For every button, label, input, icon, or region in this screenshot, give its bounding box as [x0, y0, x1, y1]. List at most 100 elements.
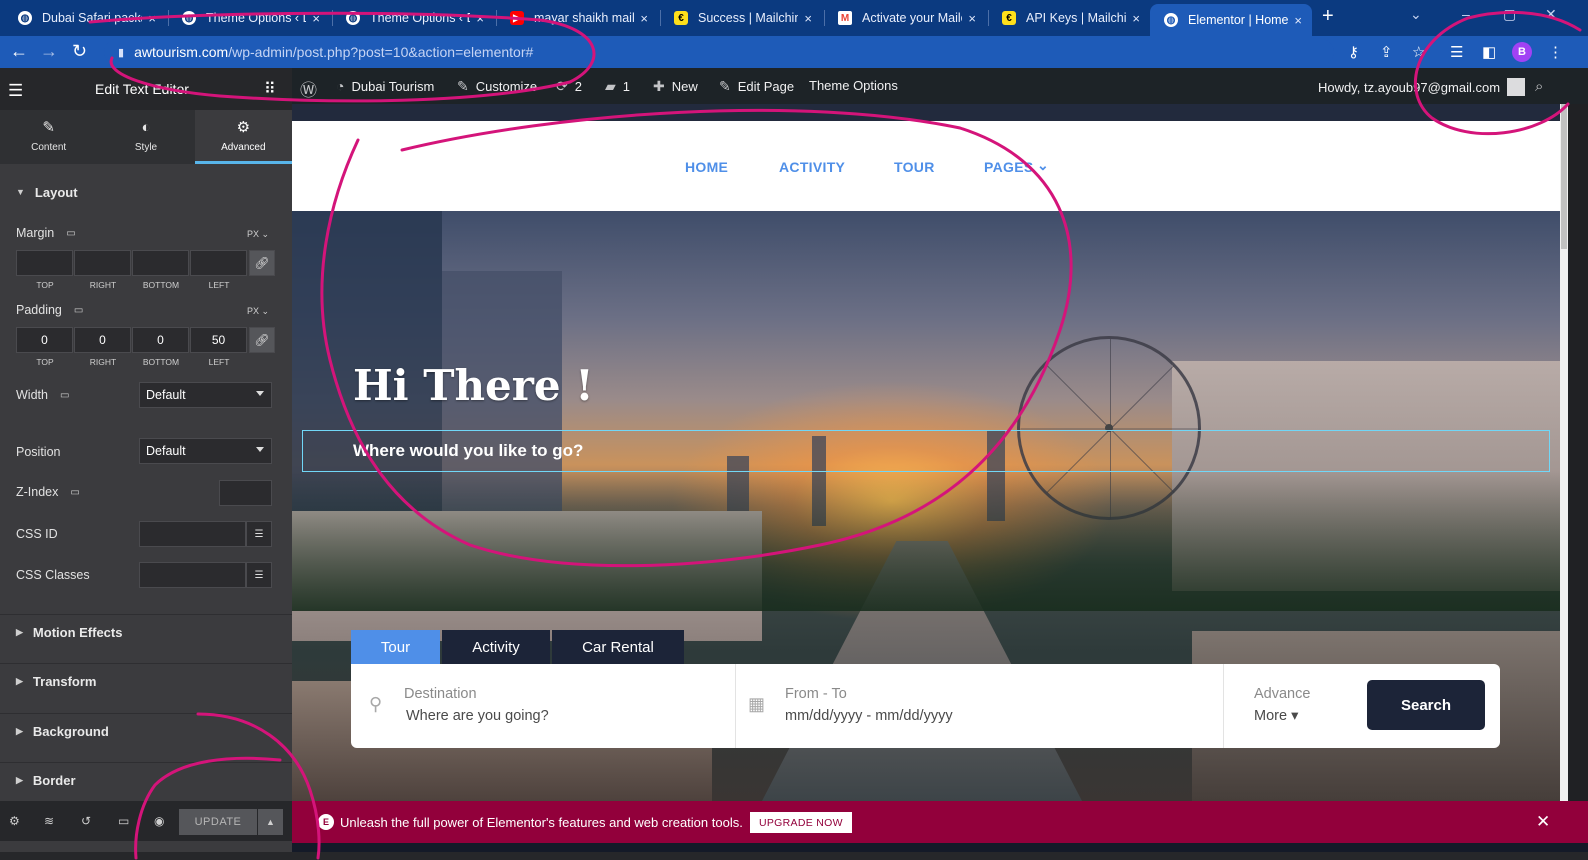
forward-icon[interactable]: →: [40, 41, 58, 62]
page-scrollbar[interactable]: [1560, 104, 1568, 801]
section-background[interactable]: ▶ Background: [0, 713, 292, 749]
section-layout[interactable]: ▼ Layout: [0, 174, 292, 210]
browser-tab-active[interactable]: ◍ Elementor | Home ×: [1150, 4, 1312, 36]
wordpress-logo-icon[interactable]: Ⓦ: [300, 76, 317, 101]
search-icon[interactable]: ⌕: [1535, 78, 1543, 95]
tab-content[interactable]: ✎ Content: [0, 110, 97, 164]
close-tab-icon[interactable]: ×: [1132, 11, 1140, 26]
hamburger-menu-icon[interactable]: ☰: [8, 81, 23, 101]
section-motion-effects[interactable]: ▶ Motion Effects: [0, 614, 292, 650]
browser-tab[interactable]: € Success | Mailchim ×: [660, 4, 822, 32]
search-tab-activity[interactable]: Activity: [442, 630, 550, 664]
desktop-icon[interactable]: ▭: [66, 228, 75, 239]
padding-left-input[interactable]: 50: [190, 327, 247, 353]
close-tab-icon[interactable]: ×: [148, 11, 156, 26]
advance-field[interactable]: Advance More ▾: [1254, 664, 1354, 748]
preview-eye-icon[interactable]: ◉: [154, 814, 164, 828]
side-panel-icon[interactable]: ◧: [1482, 43, 1496, 61]
css-classes-input[interactable]: [139, 562, 246, 588]
responsive-mode-icon[interactable]: ▭: [118, 814, 129, 828]
link-values-icon[interactable]: 🔗︎: [249, 327, 275, 353]
nav-activity[interactable]: ACTIVITY: [779, 159, 845, 175]
history-icon[interactable]: ↺: [81, 814, 91, 828]
selected-text-editor-widget[interactable]: Where would you like to go?: [302, 430, 1550, 472]
upgrade-now-button[interactable]: UPGRADE NOW: [750, 812, 852, 833]
update-button[interactable]: UPDATE: [179, 809, 257, 835]
browser-tab[interactable]: M Activate your Mailc ×: [824, 4, 986, 32]
close-tab-icon[interactable]: ×: [804, 11, 812, 26]
search-button[interactable]: Search: [1367, 680, 1485, 730]
browser-tab[interactable]: ◍ Dubai Safari packa ×: [4, 4, 166, 32]
position-select[interactable]: Default: [139, 438, 272, 464]
settings-gear-icon[interactable]: ⚙: [9, 814, 20, 828]
z-index-input[interactable]: [219, 480, 272, 506]
admin-edit-page[interactable]: ✎ Edit Page: [719, 78, 794, 95]
destination-field[interactable]: Destination Where are you going?: [404, 664, 724, 748]
css-id-input[interactable]: [139, 521, 246, 547]
desktop-icon[interactable]: ▭: [60, 390, 69, 401]
browser-tab[interactable]: ◍ Theme Options ‹ D ×: [168, 4, 330, 32]
share-icon[interactable]: ⇪: [1380, 43, 1393, 61]
date-range-input[interactable]: mm/dd/yyyy - mm/dd/yyyy: [785, 708, 953, 724]
dynamic-tags-icon[interactable]: ☰: [246, 521, 272, 547]
tab-search-icon[interactable]: ⌄: [1410, 6, 1422, 23]
browser-tab[interactable]: € API Keys | Mailchim ×: [988, 4, 1150, 32]
close-window-icon[interactable]: ✕: [1545, 6, 1557, 23]
nav-home[interactable]: HOME: [685, 159, 728, 175]
new-tab-button[interactable]: +: [1322, 5, 1334, 28]
widgets-grid-icon[interactable]: ⠿: [264, 79, 276, 99]
close-tab-icon[interactable]: ×: [476, 11, 484, 26]
padding-bottom-input[interactable]: 0: [132, 327, 189, 353]
padding-top-input[interactable]: 0: [16, 327, 73, 353]
close-tab-icon[interactable]: ×: [968, 11, 976, 26]
section-border[interactable]: ▶ Border: [0, 762, 292, 798]
margin-left-input[interactable]: [190, 250, 247, 276]
key-icon[interactable]: ⚷: [1348, 43, 1359, 61]
dynamic-tags-icon[interactable]: ☰: [246, 562, 272, 588]
link-values-icon[interactable]: 🔗︎: [249, 250, 275, 276]
nav-pages[interactable]: PAGES: [984, 159, 1033, 175]
back-icon[interactable]: ←: [10, 41, 28, 62]
save-options-caret-icon[interactable]: ▲: [258, 809, 283, 835]
profile-avatar[interactable]: B: [1512, 42, 1532, 62]
bookmark-star-icon[interactable]: ☆: [1412, 43, 1425, 61]
minimize-icon[interactable]: –: [1462, 6, 1470, 22]
destination-input[interactable]: Where are you going?: [406, 708, 549, 724]
chevron-down-icon[interactable]: ⌄: [1037, 157, 1049, 174]
reload-icon[interactable]: ↻: [72, 41, 87, 62]
reading-list-icon[interactable]: ☰: [1450, 43, 1463, 61]
margin-right-input[interactable]: [74, 250, 131, 276]
margin-bottom-input[interactable]: [132, 250, 189, 276]
address-bar[interactable]: ▮ awtourism.com/wp-admin/post.php?post=1…: [104, 39, 1334, 65]
section-transform[interactable]: ▶ Transform: [0, 663, 292, 699]
date-range-field[interactable]: From - To mm/dd/yyyy - mm/dd/yyyy: [785, 664, 1205, 748]
nav-tour[interactable]: TOUR: [894, 159, 935, 175]
close-tab-icon[interactable]: ×: [312, 11, 320, 26]
search-tab-tour[interactable]: Tour: [351, 630, 440, 664]
admin-customize[interactable]: ✎ Customize: [457, 78, 537, 95]
admin-account[interactable]: Howdy, tz.ayoub97@gmail.com: [1318, 78, 1526, 96]
maximize-icon[interactable]: ▢: [1503, 6, 1516, 23]
margin-unit[interactable]: PX ⌄: [247, 229, 269, 240]
margin-top-input[interactable]: [16, 250, 73, 276]
advance-more[interactable]: More ▾: [1254, 708, 1298, 724]
admin-theme-options[interactable]: Theme Options: [809, 78, 898, 93]
admin-site-name[interactable]: ◔ Dubai Tourism: [336, 78, 434, 94]
desktop-icon[interactable]: ▭: [74, 305, 83, 316]
admin-comments[interactable]: ▰ 1: [605, 78, 630, 95]
browser-tab[interactable]: ◍ Theme Options ‹ D ×: [332, 4, 494, 32]
desktop-icon[interactable]: ▭: [70, 487, 79, 498]
admin-updates[interactable]: ⟳ 2: [556, 78, 582, 95]
width-select[interactable]: Default: [139, 382, 272, 408]
tab-advanced[interactable]: ⚙ Advanced: [194, 110, 292, 164]
menu-kebab-icon[interactable]: ⋮: [1548, 43, 1563, 61]
browser-tab[interactable]: ▶ mayar shaikh mail ×: [496, 4, 658, 32]
scrollbar-thumb[interactable]: [1561, 104, 1567, 249]
close-icon[interactable]: ✕: [1536, 812, 1550, 832]
tab-style[interactable]: ◐ Style: [97, 110, 194, 164]
site-info-icon[interactable]: ▮: [118, 46, 124, 59]
padding-right-input[interactable]: 0: [74, 327, 131, 353]
close-tab-icon[interactable]: ×: [640, 11, 648, 26]
admin-new[interactable]: ✚ New: [653, 78, 698, 95]
search-tab-car-rental[interactable]: Car Rental: [552, 630, 684, 664]
